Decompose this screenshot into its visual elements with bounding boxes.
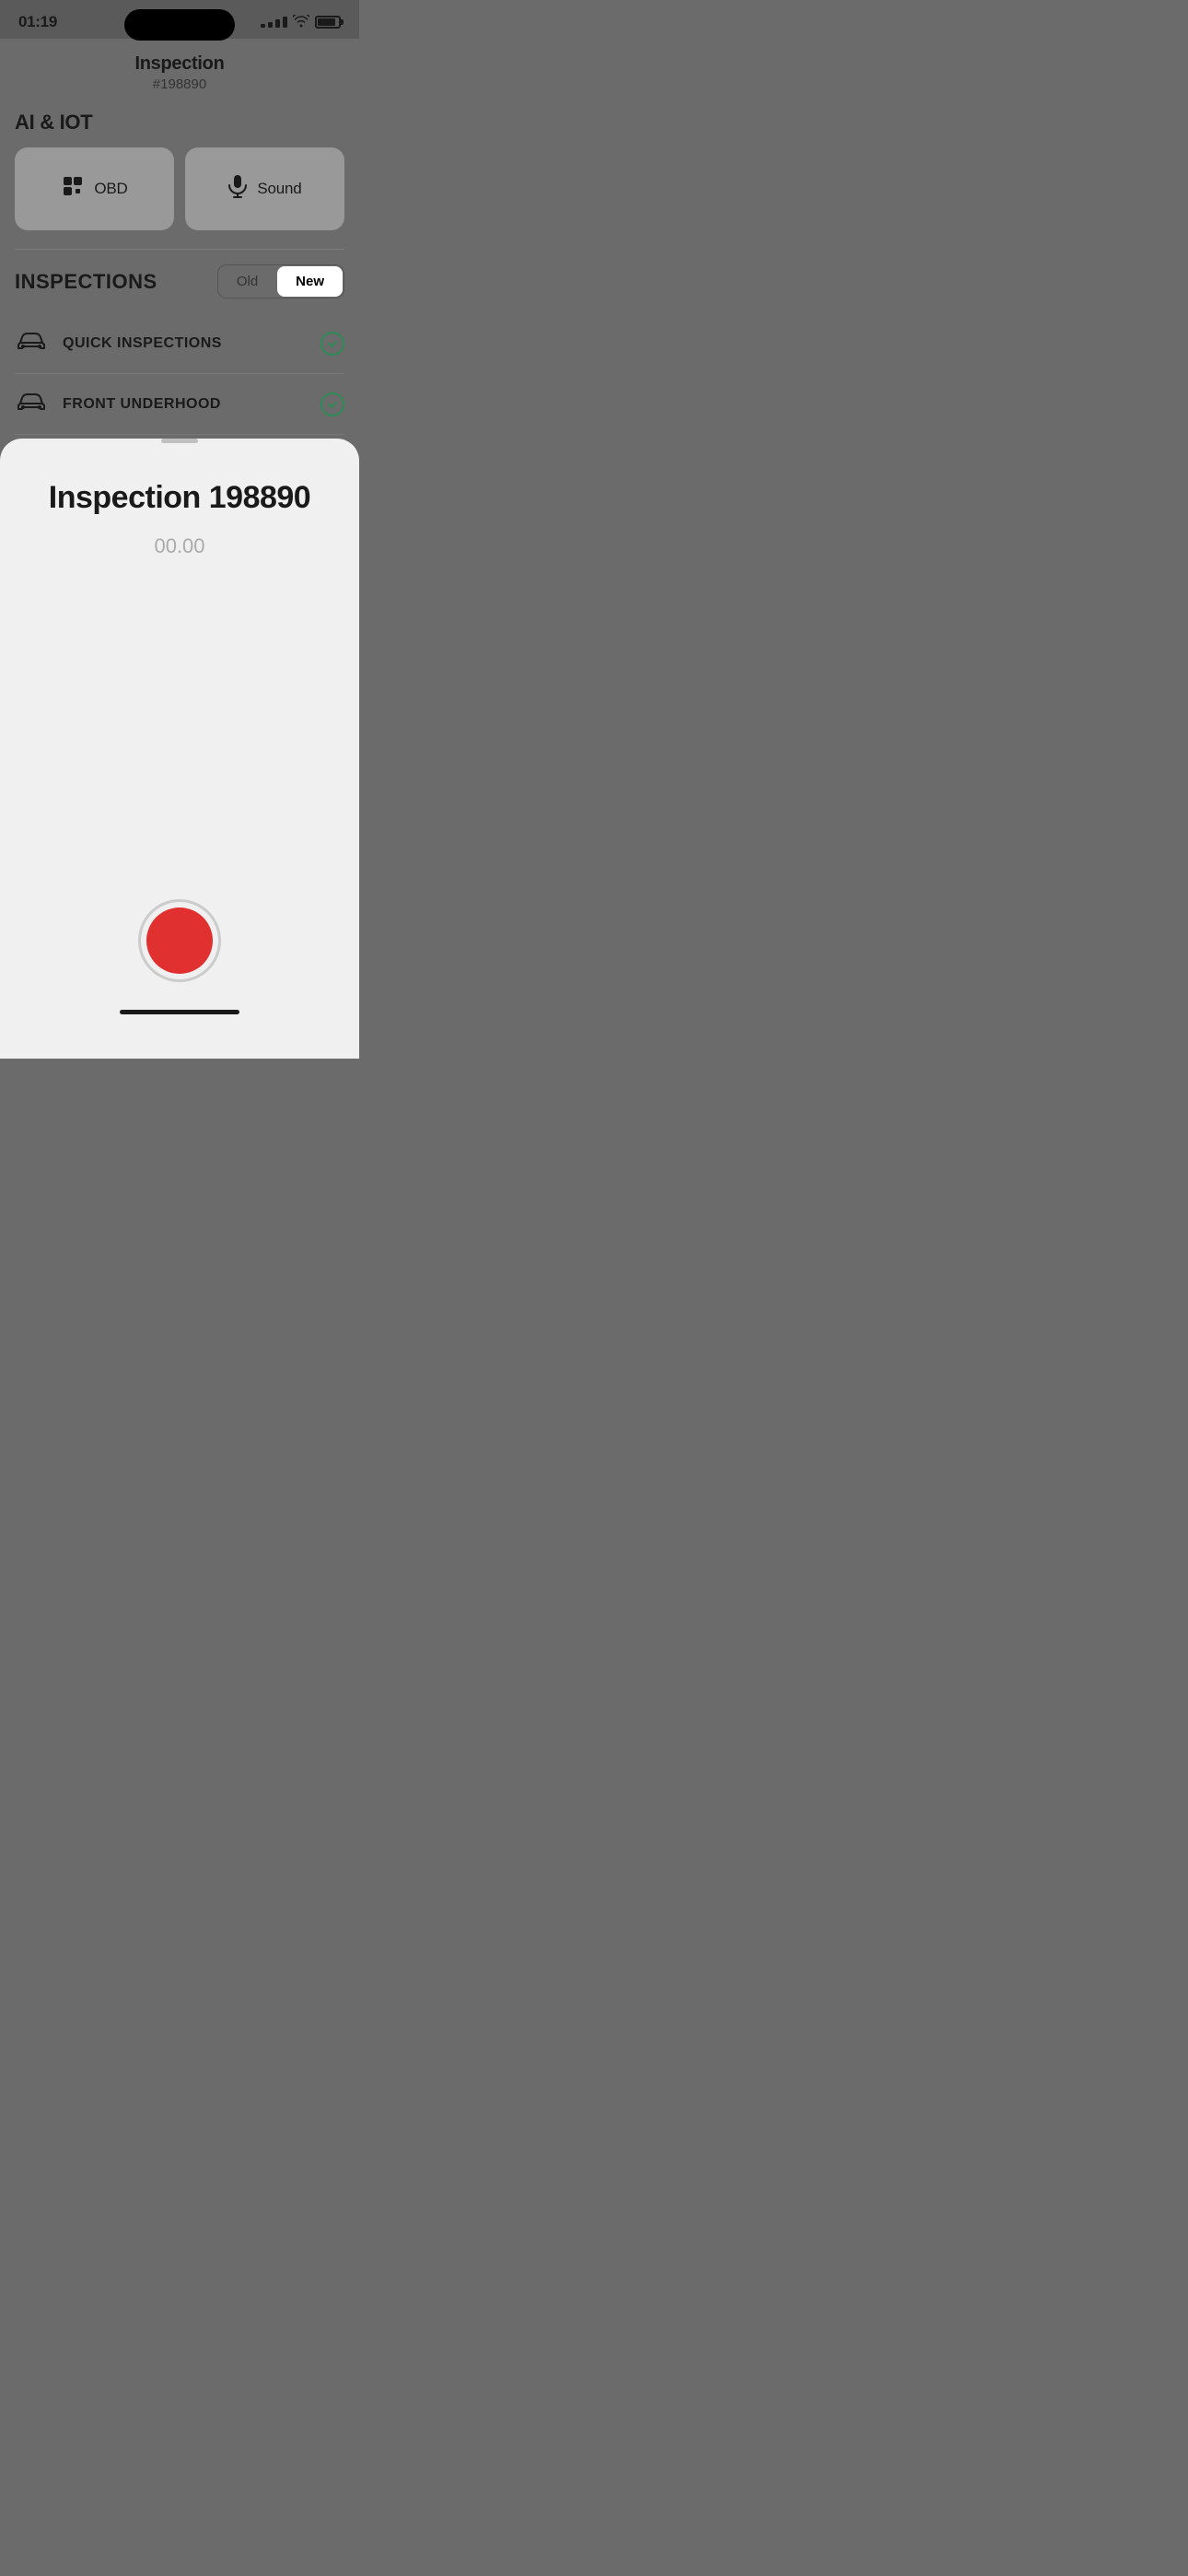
car-icon-2 [15,389,48,419]
sound-card[interactable]: Sound [185,147,344,230]
quick-inspection-status [320,332,344,356]
battery-icon [315,16,341,29]
status-time: 01:19 [18,13,57,31]
list-item[interactable]: FRONT UNDERHOOD [15,374,344,435]
section-divider [15,249,344,250]
toggle-old-button[interactable]: Old [218,265,276,298]
ai-iot-title: AI & IOT [15,111,344,135]
signal-icon [261,17,287,28]
front-underhood-status [320,392,344,416]
front-underhood-label: FRONT UNDERHOOD [63,396,306,413]
car-icon [15,328,48,358]
inspection-number: #198890 [0,76,359,92]
ai-iot-grid: OBD Sound [15,147,344,230]
inspection-toggle-group: Old New [217,264,344,299]
toggle-new-button[interactable]: New [277,266,343,297]
microphone-icon [227,174,248,204]
page-header: Inspection #198890 [0,39,359,111]
status-bar: 01:19 [0,0,359,39]
list-item[interactable]: QUICK INSPECTIONS [15,313,344,374]
sheet-timer: 00.00 [28,534,332,558]
obd-card[interactable]: OBD [15,147,174,230]
sheet-content: Inspection 198890 00.00 [0,443,359,899]
quick-inspection-label: QUICK INSPECTIONS [63,335,306,352]
home-indicator [120,1010,239,1014]
page-title: Inspection [0,53,359,75]
sheet-title: Inspection 198890 [28,480,332,516]
obd-icon [61,174,85,204]
status-icons [261,15,341,30]
obd-label: OBD [94,180,127,198]
inspections-title: INSPECTIONS [15,270,157,294]
wifi-icon [293,15,309,30]
dynamic-island [124,9,235,41]
ai-iot-section: AI & IOT OBD [0,111,359,435]
sound-label: Sound [257,180,301,198]
bottom-sheet: Inspection 198890 00.00 [0,439,359,1059]
record-area [0,899,359,982]
inspections-header: INSPECTIONS Old New [15,264,344,299]
record-button-inner [146,907,213,974]
sheet-spacer [28,586,332,899]
record-button[interactable] [138,899,221,982]
background-screen: Inspection #198890 AI & IOT OBD [0,39,359,435]
